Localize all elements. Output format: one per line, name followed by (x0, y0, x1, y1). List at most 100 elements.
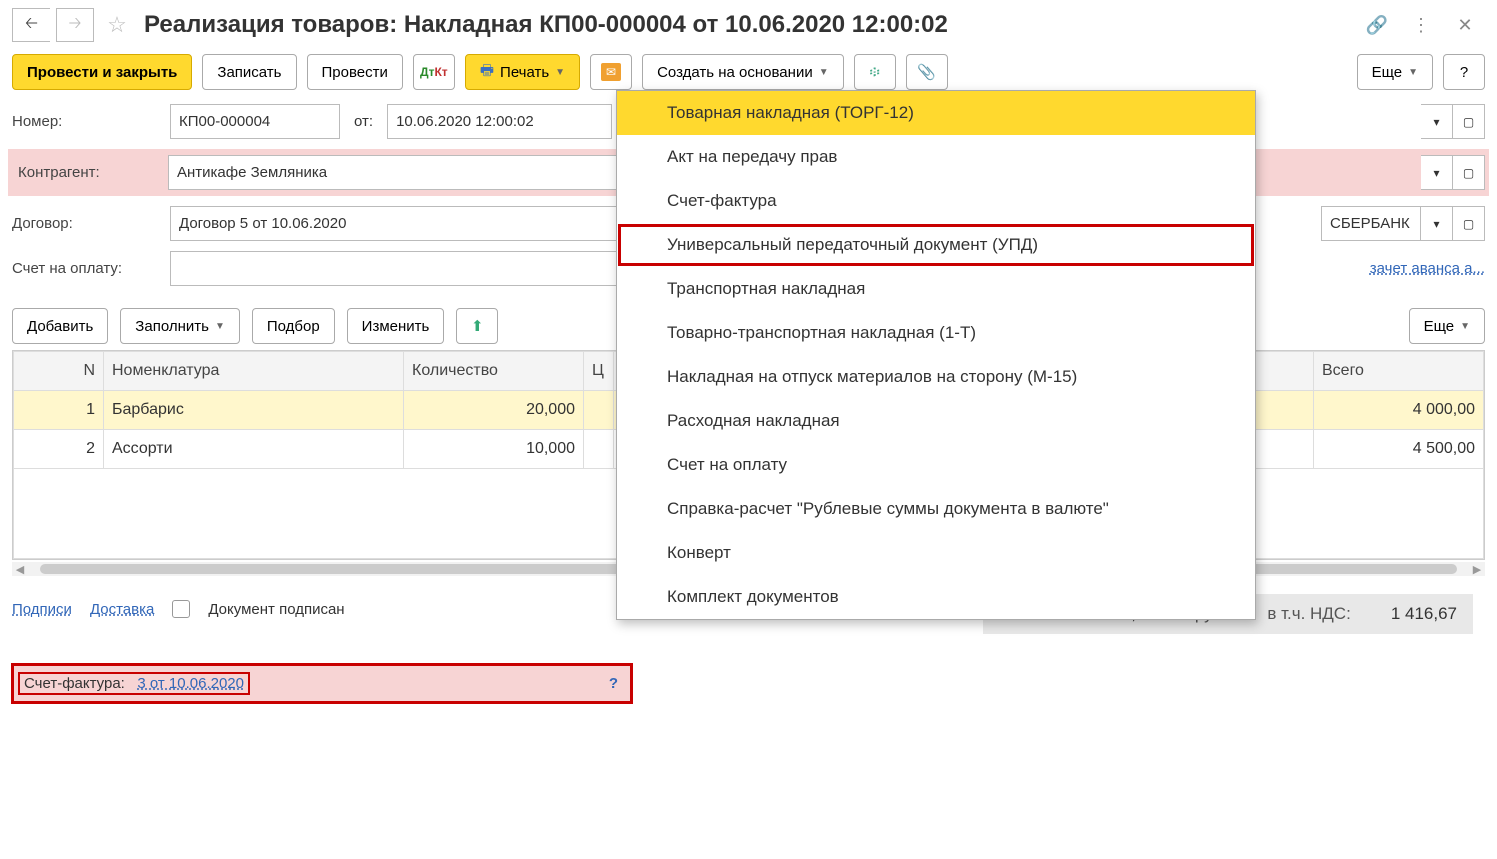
cell-nomen: Барбарис (104, 391, 404, 430)
arrow-left-icon: 🡠 (25, 12, 38, 39)
col-nomen[interactable]: Номенклатура (104, 352, 404, 391)
nav-forward-button[interactable]: 🡢 (56, 8, 94, 42)
invoice-link[interactable]: 3 от 10.06.2020 (137, 675, 244, 692)
field-open-button[interactable]: ▢ (1453, 155, 1485, 190)
cell-n: 2 (14, 430, 104, 469)
print-button-label: Печать (500, 64, 549, 81)
col-n[interactable]: N (14, 352, 104, 391)
print-menu-item[interactable]: Транспортная накладная (617, 267, 1255, 311)
fill-button[interactable]: Заполнить ▼ (120, 308, 240, 344)
print-menu-item[interactable]: Счет-фактура (617, 179, 1255, 223)
close-icon[interactable]: ✕ (1453, 13, 1477, 37)
print-menu-item[interactable]: Товарно-транспортная накладная (1-Т) (617, 311, 1255, 355)
scroll-right-icon: ▶ (1469, 563, 1485, 576)
contract-input[interactable]: Договор 5 от 10.06.2020 (170, 206, 620, 241)
attach-button[interactable]: 📎 (906, 54, 948, 90)
invoice-pay-input[interactable] (170, 251, 620, 286)
toolbar-more-button[interactable]: Еще ▼ (1357, 54, 1433, 90)
field-picker-button[interactable]: ▾ (1421, 155, 1453, 190)
contract-label: Договор: (12, 215, 162, 232)
link-icon[interactable]: 🔗 (1365, 13, 1389, 37)
cell-total: 4 500,00 (1314, 430, 1484, 469)
print-menu-item[interactable]: Счет на оплату (617, 443, 1255, 487)
field-open-button[interactable]: ▢ (1453, 206, 1485, 241)
print-menu-item[interactable]: Комплект документов (617, 575, 1255, 619)
print-menu-item[interactable]: Акт на передачу прав (617, 135, 1255, 179)
favorite-star-icon[interactable]: ☆ (100, 8, 134, 42)
dt-kt-button[interactable]: ДтКт (413, 54, 455, 90)
invoice-label: Счет-фактура: (24, 675, 125, 692)
structure-button[interactable]: ፨ (854, 54, 896, 90)
table-more-label: Еще (1424, 318, 1455, 335)
doc-signed-checkbox[interactable] (172, 600, 190, 618)
field-picker-button[interactable]: ▾ (1421, 104, 1453, 139)
print-menu-item[interactable]: Справка-расчет "Рублевые суммы документа… (617, 487, 1255, 531)
col-qty[interactable]: Количество (404, 352, 584, 391)
select-button[interactable]: Подбор (252, 308, 335, 344)
field-picker-button[interactable]: ▾ (1421, 206, 1453, 241)
add-row-button[interactable]: Добавить (12, 308, 108, 344)
post-button[interactable]: Провести (307, 54, 403, 90)
cell-qty: 10,000 (404, 430, 584, 469)
doc-signed-label: Документ подписан (208, 601, 344, 618)
paperclip-icon: 📎 (917, 63, 936, 81)
number-input[interactable]: КП00-000004 (170, 104, 340, 139)
structure-icon: ፨ (869, 64, 880, 81)
toolbar-more-label: Еще (1372, 64, 1403, 81)
counterparty-input[interactable]: Антикафе Земляника (168, 155, 618, 190)
print-menu-item-upd[interactable]: Универсальный передаточный документ (УПД… (617, 223, 1255, 267)
dt-kt-icon: ДтКт (420, 65, 448, 79)
invoice-pay-label: Счет на оплату: (12, 260, 162, 277)
cell-cut (584, 391, 614, 430)
date-input[interactable]: 10.06.2020 12:00:02 (387, 104, 612, 139)
invoice-help-icon[interactable]: ? (609, 675, 618, 692)
bank-input[interactable]: СБЕРБАНК (1321, 206, 1421, 241)
kebab-menu-icon[interactable]: ⋮ (1409, 13, 1433, 37)
invoice-bar: Счет-фактура: 3 от 10.06.2020 ? (12, 664, 632, 703)
chevron-down-icon: ▼ (819, 67, 829, 78)
table-more-button[interactable]: Еще ▼ (1409, 308, 1485, 344)
print-menu: Товарная накладная (ТОРГ-12) Акт на пере… (616, 90, 1256, 620)
print-button[interactable]: 🖶 Печать ▼ (465, 54, 580, 90)
post-and-close-button[interactable]: Провести и закрыть (12, 54, 192, 90)
arrow-up-icon: ⬆ (471, 317, 484, 335)
cell-qty: 20,000 (404, 391, 584, 430)
cell-cut (584, 430, 614, 469)
create-based-button[interactable]: Создать на основании ▼ (642, 54, 844, 90)
cell-total: 4 000,00 (1314, 391, 1484, 430)
print-menu-item[interactable]: Накладная на отпуск материалов на сторон… (617, 355, 1255, 399)
mail-button[interactable]: ✉ (590, 54, 632, 90)
chevron-down-icon: ▼ (215, 321, 225, 332)
scroll-left-icon: ◀ (12, 563, 28, 576)
cell-n: 1 (14, 391, 104, 430)
number-label: Номер: (12, 113, 162, 130)
save-button[interactable]: Записать (202, 54, 296, 90)
col-price-cut[interactable]: Ц (584, 352, 614, 391)
chevron-down-icon: ▼ (1408, 67, 1418, 78)
nav-back-button[interactable]: 🡠 (12, 8, 50, 42)
move-up-button[interactable]: ⬆ (456, 308, 498, 344)
change-button[interactable]: Изменить (347, 308, 445, 344)
print-menu-item[interactable]: Конверт (617, 531, 1255, 575)
arrow-right-icon: 🡢 (69, 12, 82, 39)
field-open-button[interactable]: ▢ (1453, 104, 1485, 139)
fill-label: Заполнить (135, 318, 209, 335)
delivery-link[interactable]: Доставка (90, 601, 154, 618)
help-button[interactable]: ? (1443, 54, 1485, 90)
col-total[interactable]: Всего (1314, 352, 1484, 391)
page-title: Реализация товаров: Накладная КП00-00000… (140, 11, 1359, 39)
printer-icon: 🖶 (480, 60, 494, 85)
create-based-label: Создать на основании (657, 64, 813, 81)
print-menu-item[interactable]: Расходная накладная (617, 399, 1255, 443)
mail-icon: ✉ (601, 63, 621, 81)
from-label: от: (348, 113, 379, 130)
advance-offset-link[interactable]: зачет аванса а... (1370, 260, 1485, 277)
chevron-down-icon: ▼ (555, 67, 565, 78)
vat-label: в т.ч. НДС: (1267, 604, 1350, 624)
print-menu-item[interactable]: Товарная накладная (ТОРГ-12) (617, 91, 1255, 135)
signs-link[interactable]: Подписи (12, 601, 72, 618)
counterparty-label: Контрагент: (18, 164, 164, 181)
chevron-down-icon: ▼ (1460, 321, 1470, 332)
vat-value: 1 416,67 (1391, 604, 1457, 624)
cell-nomen: Ассорти (104, 430, 404, 469)
